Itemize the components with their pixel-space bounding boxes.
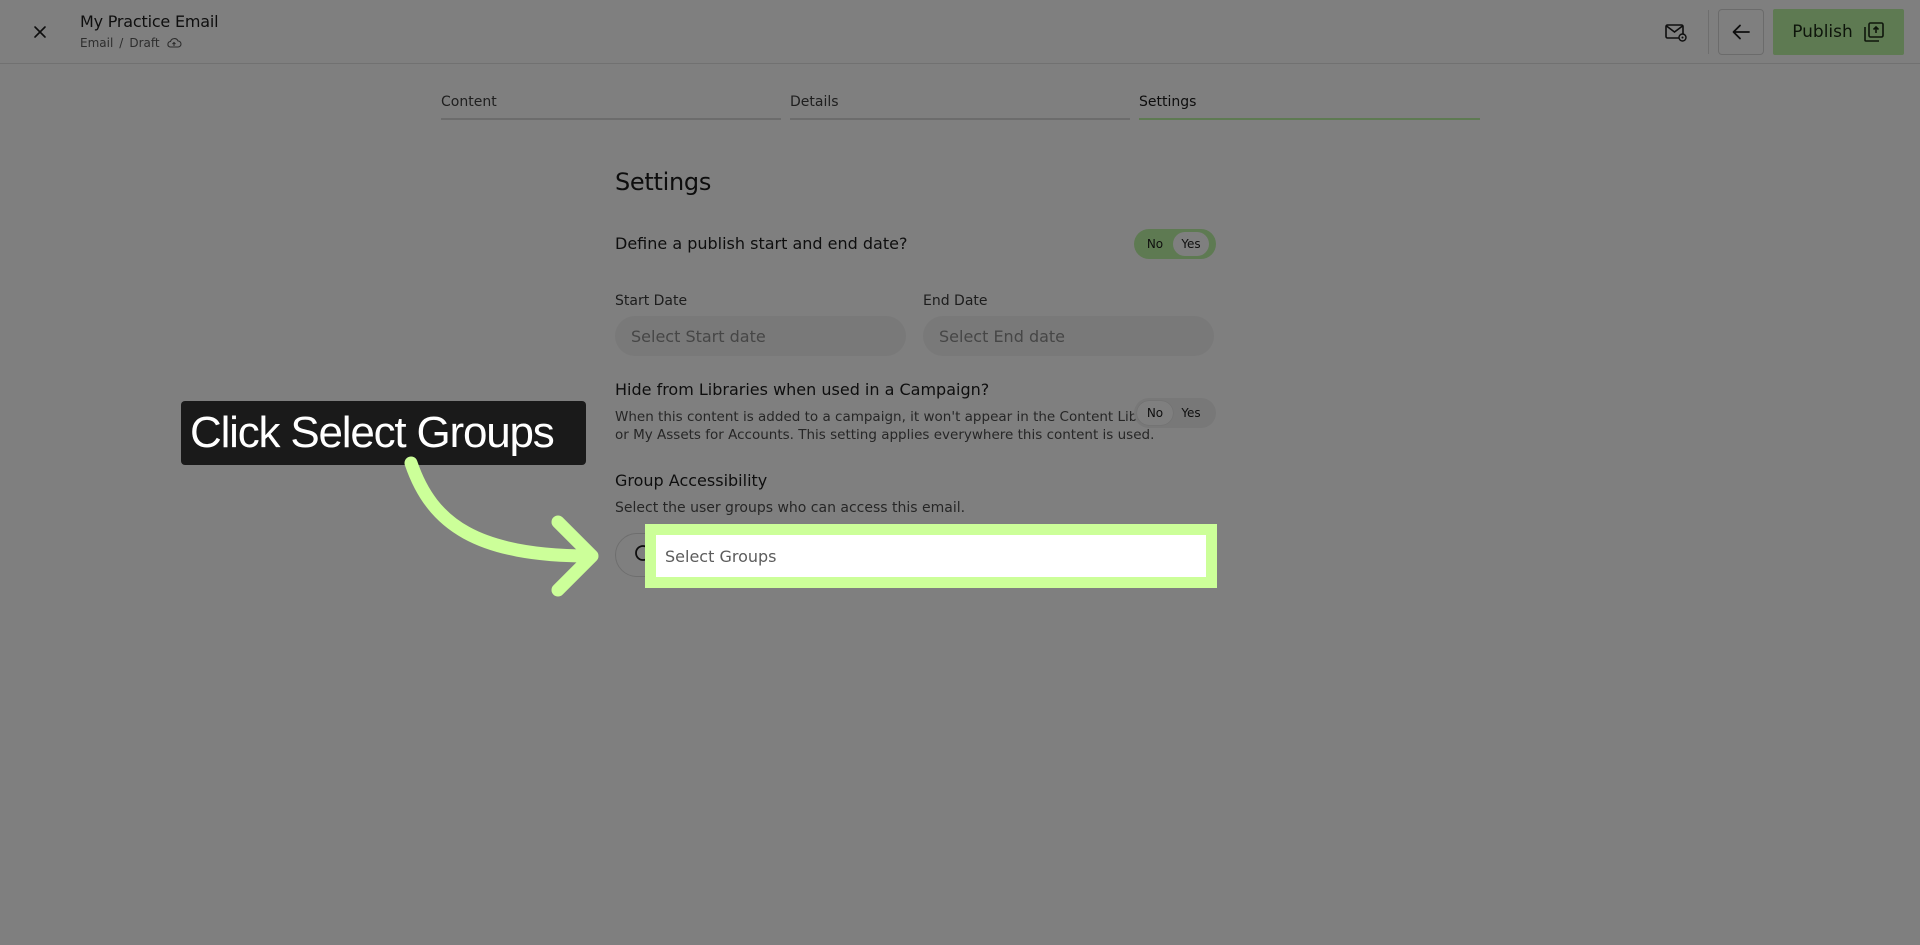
pointer-arrow (404, 456, 599, 597)
